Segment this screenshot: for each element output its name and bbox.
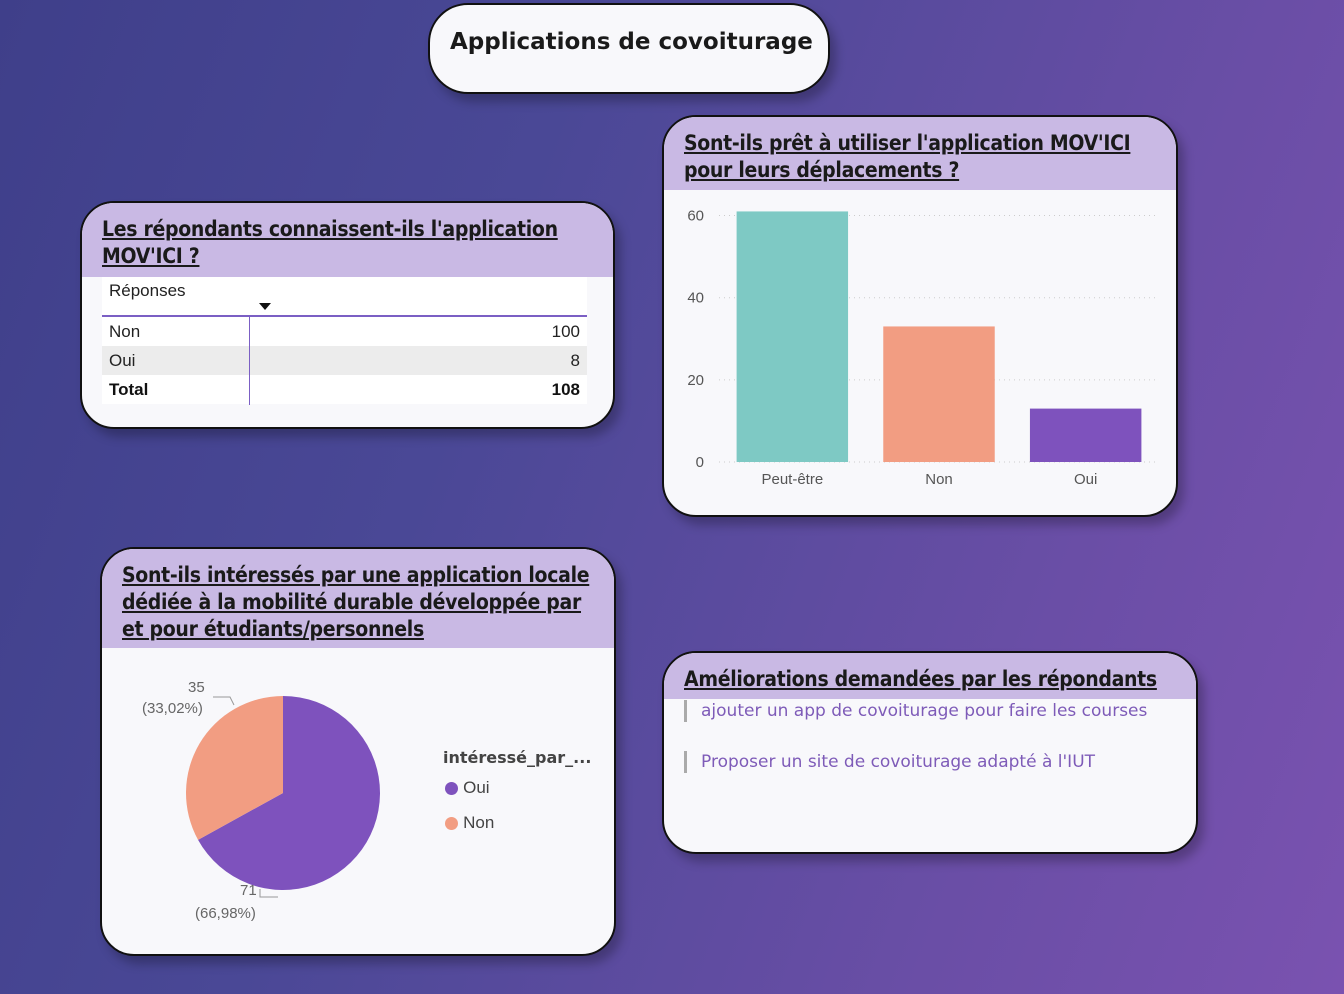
legend-item-non[interactable]: Non [445, 813, 494, 833]
legend-label-non: Non [463, 813, 495, 832]
legend-title: intéressé_par_... [443, 748, 592, 767]
sort-down-icon[interactable] [259, 303, 271, 310]
x-tick-label: Peut-être [761, 471, 823, 488]
ready-card-title: Sont-ils prêt à utiliser l'application M… [664, 117, 1176, 190]
pie-label-oui-value: 71 [240, 882, 257, 899]
table-row: Non 100 [102, 317, 587, 346]
bar-peut-être[interactable] [736, 211, 849, 462]
bar-oui[interactable] [1029, 408, 1142, 462]
table-row: Oui 8 [102, 346, 587, 375]
table-header[interactable]: Réponses [102, 277, 587, 317]
row-label: Oui [109, 351, 136, 370]
column-header-label: Réponses [109, 281, 186, 300]
x-tick-label: Non [925, 471, 953, 488]
row-label: Non [109, 322, 141, 341]
interest-card: Sont-ils intéressés par une application … [100, 547, 616, 956]
y-tick-label: 20 [687, 372, 704, 389]
bar-chart: 0 20 40 60 Peut-être Non Oui [687, 208, 1159, 488]
total-value: 108 [551, 380, 580, 399]
interest-card-title: Sont-ils intéressés par une application … [102, 549, 614, 648]
pie-label-non-value: 35 [188, 679, 205, 696]
legend-dot-non [445, 817, 458, 830]
responses-table: Réponses Non 100 Oui 8 Total 108 [102, 277, 587, 405]
y-tick-label: 0 [696, 454, 704, 471]
page-title: Applications de covoiturage [450, 29, 813, 55]
improvement-item: Proposer un site de covoiturage adapté à… [684, 751, 1095, 773]
table-total-row: Total 108 [102, 375, 587, 404]
improvements-card: Améliorations demandées par les répondan… [662, 651, 1198, 854]
total-label: Total [109, 380, 149, 399]
know-app-title: Les répondants connaissent-ils l'applica… [82, 203, 613, 277]
legend-item-oui[interactable]: Oui [445, 778, 490, 798]
improvements-title: Améliorations demandées par les répondan… [664, 653, 1196, 699]
column-divider [249, 317, 250, 405]
improvement-item: ajouter un app de covoiturage pour faire… [684, 700, 1147, 722]
row-value: 100 [551, 322, 580, 341]
know-app-card: Les répondants connaissent-ils l'applica… [80, 201, 615, 429]
row-value: 8 [570, 351, 580, 370]
legend-label-oui: Oui [463, 778, 490, 797]
y-tick-label: 40 [687, 290, 704, 307]
pie-leader-line-oui [259, 889, 278, 898]
x-tick-label: Oui [1074, 471, 1097, 488]
pie-label-non-pct: (33,02%) [142, 700, 203, 717]
legend-dot-oui [445, 782, 458, 795]
bar-non[interactable] [883, 326, 995, 462]
pie-label-oui-pct: (66,98%) [195, 905, 256, 922]
ready-card: Sont-ils prêt à utiliser l'application M… [662, 115, 1178, 517]
page-title-card: Applications de covoiturage [428, 3, 830, 94]
y-tick-label: 60 [687, 208, 704, 225]
pie-leader-line-non [213, 696, 235, 706]
